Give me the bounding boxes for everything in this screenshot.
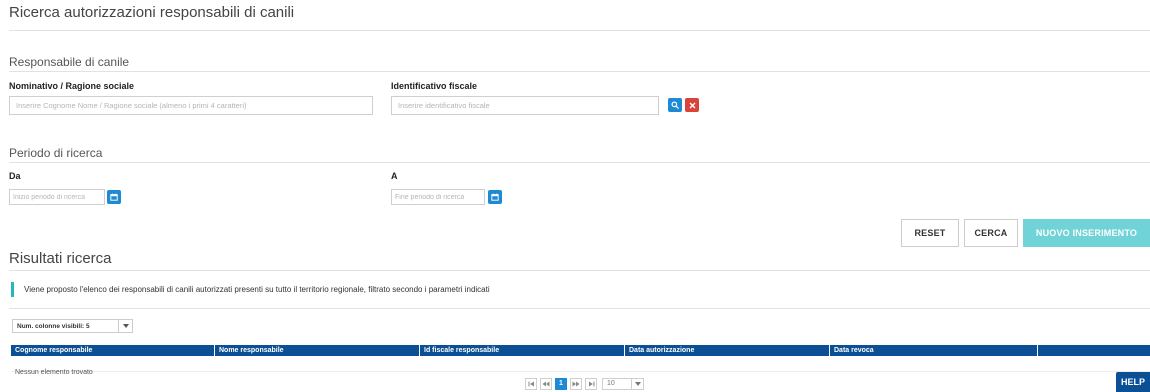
id-fiscale-label: Identificativo fiscale	[391, 81, 478, 91]
help-button[interactable]: HELP	[1116, 372, 1150, 392]
last-page-icon	[588, 381, 594, 386]
prev-page-icon	[542, 381, 550, 386]
nominativo-label: Nominativo / Ragione sociale	[9, 81, 135, 91]
clear-button[interactable]	[685, 98, 699, 112]
current-page[interactable]: 1	[555, 377, 567, 390]
column-header-data-autorizzazione[interactable]: Data autorizzazione	[625, 345, 830, 356]
da-label: Da	[9, 171, 21, 181]
caret-down-icon	[118, 320, 132, 332]
page-size-select[interactable]: 10	[602, 377, 644, 390]
last-page-button[interactable]	[585, 377, 597, 390]
results-table-header: Cognome responsabile Nome responsabile I…	[11, 345, 1150, 356]
column-header-data-revoca[interactable]: Data revoca	[830, 345, 1038, 356]
info-text: Viene proposto l'elenco dei responsabili…	[24, 285, 490, 294]
first-page-icon	[528, 381, 534, 386]
search-icon	[671, 101, 679, 109]
page-size-value: 10	[607, 380, 615, 387]
column-header-cognome[interactable]: Cognome responsabile	[11, 345, 215, 356]
section-title-responsabile: Responsabile di canile	[9, 55, 130, 69]
divider	[9, 162, 1150, 163]
a-date-input[interactable]	[391, 189, 485, 205]
visible-columns-select[interactable]: Num. colonne visibili: 5	[12, 319, 133, 333]
close-icon	[689, 102, 695, 108]
divider	[9, 71, 1150, 72]
calendar-icon	[491, 193, 499, 201]
calendar-icon	[110, 193, 118, 201]
empty-message: Nessun elemento trovato	[15, 369, 93, 376]
divider	[9, 308, 1150, 309]
divider	[9, 30, 1150, 31]
pager: 1 10	[525, 376, 644, 391]
prev-page-button[interactable]	[540, 377, 552, 390]
nominativo-input[interactable]	[9, 96, 373, 115]
search-button[interactable]	[668, 98, 682, 112]
section-title-periodo: Periodo di ricerca	[9, 146, 103, 160]
page-title: Ricerca autorizzazioni responsabili di c…	[9, 4, 295, 21]
info-accent-bar	[11, 282, 14, 297]
next-page-button[interactable]	[570, 377, 582, 390]
column-header-id-fiscale[interactable]: Id fiscale responsabile	[420, 345, 625, 356]
table-row: Nessun elemento trovato	[11, 361, 1150, 376]
da-calendar-button[interactable]	[107, 190, 121, 204]
column-header-nome[interactable]: Nome responsabile	[215, 345, 420, 356]
visible-columns-label: Num. colonne visibili: 5	[17, 322, 90, 330]
nuovo-inserimento-button[interactable]: NUOVO INSERIMENTO	[1023, 219, 1150, 247]
caret-down-icon	[631, 378, 643, 389]
id-fiscale-input[interactable]	[391, 96, 659, 115]
column-header-actions	[1038, 345, 1150, 356]
a-calendar-button[interactable]	[488, 190, 502, 204]
divider	[9, 270, 1150, 271]
reset-button[interactable]: RESET	[901, 219, 959, 247]
results-title: Risultati ricerca	[9, 250, 112, 267]
first-page-button[interactable]	[525, 377, 537, 390]
next-page-icon	[572, 381, 580, 386]
cerca-button[interactable]: CERCA	[964, 219, 1018, 247]
a-label: A	[391, 171, 398, 181]
da-date-input[interactable]	[9, 189, 105, 205]
